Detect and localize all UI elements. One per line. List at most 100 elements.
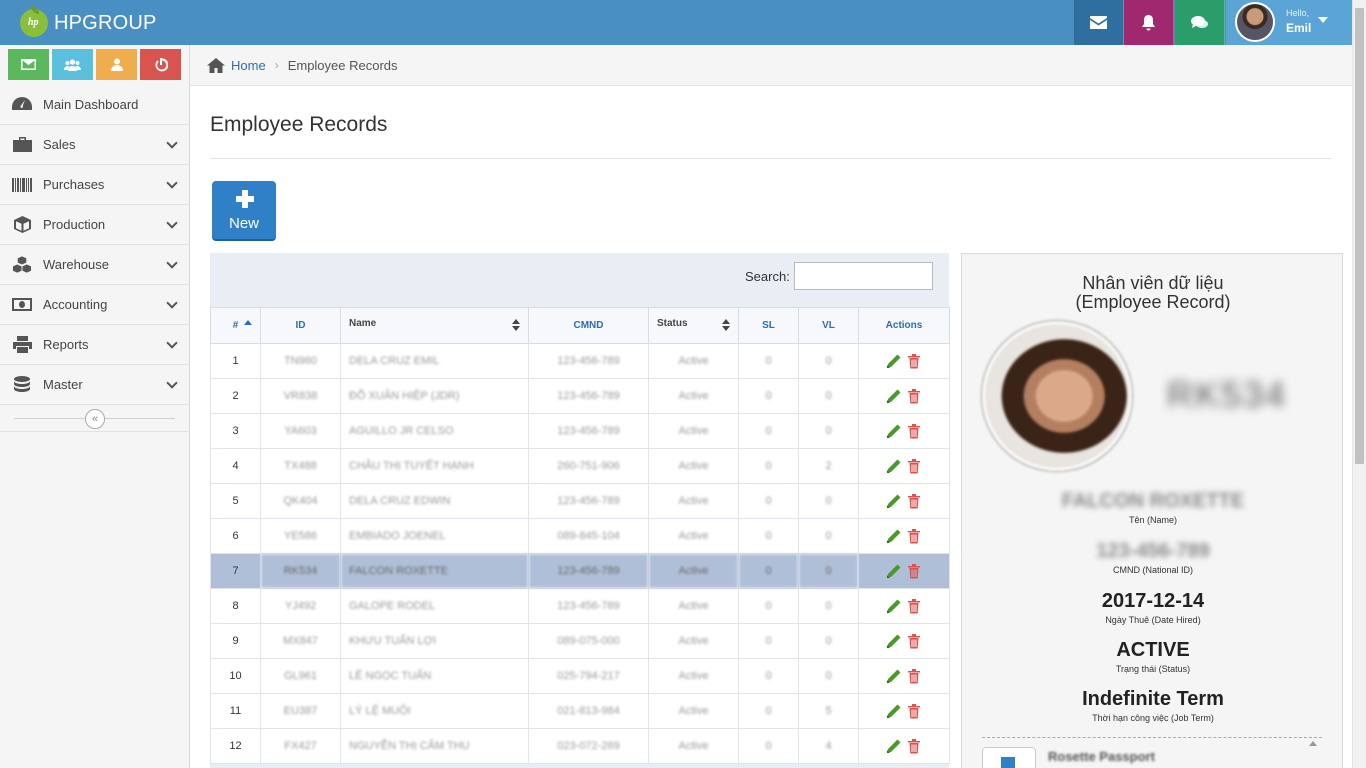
trash-icon[interactable] bbox=[906, 493, 922, 509]
column-header-label: Status bbox=[657, 318, 688, 329]
cell-status: Active bbox=[648, 658, 739, 694]
table-row[interactable]: 12 FX427 NGUYỄN THỊ CẨM THU 023-072-269 Acti… bbox=[210, 728, 950, 764]
pencil-icon[interactable] bbox=[886, 388, 902, 404]
cell-vl: 0 bbox=[798, 378, 859, 414]
table-row[interactable]: 4 TX488 CHÂU THỊ TUYẾT HẠNH 260-751-906 Acti… bbox=[210, 448, 950, 484]
trash-icon[interactable] bbox=[906, 458, 922, 474]
column-header-name[interactable]: Name bbox=[340, 307, 529, 344]
cell-n: 2 bbox=[210, 378, 261, 414]
title-divider bbox=[210, 158, 1331, 159]
table-row[interactable]: 3 YA603 AGUILLO JR CELSO 123-456-789 Active 0… bbox=[210, 413, 950, 449]
column-header-status[interactable]: Status bbox=[648, 307, 739, 344]
trash-icon[interactable] bbox=[906, 598, 922, 614]
pencil-icon[interactable] bbox=[886, 703, 902, 719]
cell-sl: 0 bbox=[738, 483, 799, 519]
page-scrollbar[interactable] bbox=[1352, 0, 1366, 768]
cell-status: Active bbox=[648, 693, 739, 729]
sidebar-item-production[interactable]: Production bbox=[0, 205, 189, 245]
table-row[interactable]: 2 VR838 ĐỖ XUÂN HIỆP (JDR) 123-456-789 Activ… bbox=[210, 378, 950, 414]
pencil-icon[interactable] bbox=[886, 423, 902, 439]
column-header-label: # bbox=[232, 320, 239, 331]
detail-divider bbox=[982, 737, 1322, 738]
documents-scrollbar[interactable] bbox=[1308, 737, 1318, 768]
sidebar-item-warehouse[interactable]: Warehouse bbox=[0, 245, 189, 285]
search-input[interactable] bbox=[794, 262, 933, 290]
cell-cmnd: 025-794-217 bbox=[528, 658, 649, 694]
cell-n: 9 bbox=[210, 623, 261, 659]
trash-icon[interactable] bbox=[906, 738, 922, 754]
pencil-icon[interactable] bbox=[886, 668, 902, 684]
sidebar-item-master[interactable]: Master bbox=[0, 365, 189, 405]
trash-icon[interactable] bbox=[906, 528, 922, 544]
sidebar-item-label: Sales bbox=[43, 137, 76, 152]
sidebar-item-reports[interactable]: Reports bbox=[0, 325, 189, 365]
pencil-icon[interactable] bbox=[886, 458, 902, 474]
scrollbar-thumb[interactable] bbox=[1355, 8, 1364, 464]
shortcut-profile-button[interactable] bbox=[96, 49, 137, 80]
cell-status: Active bbox=[648, 728, 739, 764]
table-row[interactable]: 10 GL961 LÊ NGỌC TUẤN 025-794-217 Active 0 0 bbox=[210, 658, 950, 694]
sidebar-item-sales[interactable]: Sales bbox=[0, 125, 189, 165]
sidebar-item-purchases[interactable]: Purchases bbox=[0, 165, 189, 205]
detail-job-term-value: Indefinite Term bbox=[1082, 688, 1224, 710]
pencil-icon[interactable] bbox=[886, 493, 902, 509]
trash-icon[interactable] bbox=[906, 423, 922, 439]
new-employee-button[interactable]: New bbox=[212, 181, 276, 241]
brand[interactable]: hp HPGROUP bbox=[20, 6, 157, 38]
sidebar-item-label: Purchases bbox=[43, 177, 105, 192]
cell-n: 8 bbox=[210, 588, 261, 624]
cell-name: AGUILLO JR CELSO bbox=[340, 413, 529, 449]
trash-icon[interactable] bbox=[906, 703, 922, 719]
trash-icon[interactable] bbox=[906, 563, 922, 579]
column-header-number[interactable]: # bbox=[210, 307, 261, 344]
trash-icon[interactable] bbox=[906, 353, 922, 369]
cell-status: Active bbox=[648, 343, 739, 379]
breadcrumb-current: Employee Records bbox=[287, 57, 398, 73]
breadcrumb-home-link[interactable]: Home bbox=[231, 58, 266, 73]
column-header-sl[interactable]: SL bbox=[738, 307, 799, 344]
column-header-vl[interactable]: VL bbox=[798, 307, 859, 344]
cell-status: Active bbox=[648, 448, 739, 484]
shortcut-mail-button[interactable] bbox=[8, 49, 49, 80]
user-menu[interactable]: Hello, Emil bbox=[1226, 0, 1352, 45]
table-row[interactable]: 8 YJ492 GALOPE RODEL 123-456-789 Active 0 0 bbox=[210, 588, 950, 624]
detail-status-label: Trạng thái (Status) bbox=[1115, 664, 1191, 674]
pencil-icon[interactable] bbox=[886, 633, 902, 649]
table-row[interactable]: 9 MX847 KHƯU TUẤN LỢI 089-075-000 Active 0 0 bbox=[210, 623, 950, 659]
document-icon[interactable] bbox=[982, 747, 1036, 768]
column-header-id[interactable]: ID bbox=[260, 307, 341, 344]
chevron-down-icon bbox=[166, 297, 178, 309]
table-row[interactable]: 5 QK404 DELA CRUZ EDWIN 123-456-789 Active 0 0 bbox=[210, 483, 950, 519]
table-row[interactable]: 1 TN960 DELA CRUZ EMIL 123-456-789 Active 0 0 bbox=[210, 343, 950, 379]
cell-id: RK534 bbox=[260, 553, 341, 589]
sidebar-collapse-button[interactable]: « bbox=[85, 409, 105, 429]
trash-icon[interactable] bbox=[906, 633, 922, 649]
notifications-button[interactable] bbox=[1124, 0, 1174, 45]
cell-cmnd: 089-075-000 bbox=[528, 623, 649, 659]
shortcut-logout-button[interactable] bbox=[140, 49, 181, 80]
cell-status: Active bbox=[648, 518, 739, 554]
table-row[interactable]: 7 RK534 FALCON ROXETTE 123-456-789 Active 0 0 bbox=[210, 553, 950, 589]
shortcut-users-button[interactable] bbox=[52, 49, 93, 80]
detail-job-term-label: Thời hạn công việc (Job Term) bbox=[1092, 713, 1214, 723]
sidebar-item-accounting[interactable]: Accounting bbox=[0, 285, 189, 325]
pencil-icon[interactable] bbox=[886, 738, 902, 754]
chat-button[interactable] bbox=[1175, 0, 1225, 45]
cell-n: 7 bbox=[210, 553, 261, 589]
messages-button[interactable] bbox=[1074, 0, 1124, 45]
pencil-icon[interactable] bbox=[886, 598, 902, 614]
trash-icon[interactable] bbox=[906, 388, 922, 404]
hello-label: Hello, bbox=[1286, 8, 1310, 18]
pencil-icon[interactable] bbox=[886, 353, 902, 369]
sidebar-item-main-dashboard[interactable]: Main Dashboard bbox=[0, 85, 189, 125]
document-name-link[interactable]: Rosette Passport bbox=[1048, 749, 1155, 764]
table-row[interactable]: 6 YE586 EMBIADO JOENEL 089-845-104 Active 0 0 bbox=[210, 518, 950, 554]
pencil-icon[interactable] bbox=[886, 528, 902, 544]
sidebar-item-label: Reports bbox=[43, 337, 89, 352]
cell-status: Active bbox=[648, 413, 739, 449]
plus-icon bbox=[236, 190, 254, 208]
pencil-icon[interactable] bbox=[886, 563, 902, 579]
trash-icon[interactable] bbox=[906, 668, 922, 684]
column-header-cmnd[interactable]: CMND bbox=[528, 307, 649, 344]
table-row[interactable]: 11 EU387 LÝ LỆ MUỘI 021-813-984 Active 0 5 bbox=[210, 693, 950, 729]
